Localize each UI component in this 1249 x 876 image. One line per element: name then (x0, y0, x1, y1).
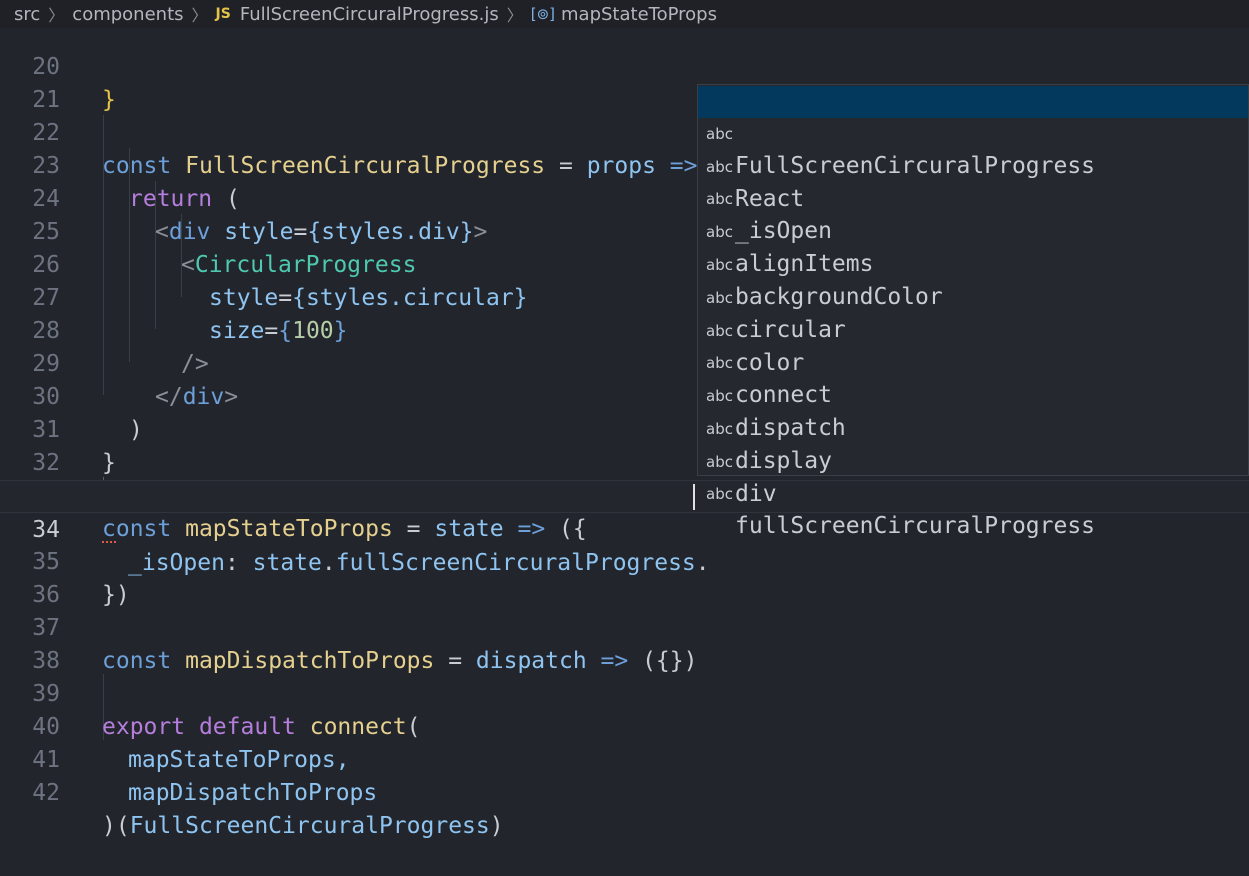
suggestion-item[interactable]: abc color (698, 283, 1248, 376)
token: )( (102, 813, 130, 839)
code-line[interactable]: 38 (0, 612, 1249, 674)
code-line[interactable]: 37 const mapDispatchToProps = dispatch =… (0, 579, 1249, 674)
suggestion-item[interactable]: abc FullScreenCircuralProgress (698, 86, 1248, 179)
error-squiggle (102, 535, 116, 543)
code-line[interactable]: 36 (0, 546, 1249, 608)
token: FullScreenCircuralProgress (129, 813, 490, 839)
code-line[interactable]: 41 mapDispatchToProps (0, 711, 1249, 806)
code-line[interactable]: 20 } (0, 18, 1249, 113)
suggestion-item[interactable]: abc alignItems (698, 184, 1248, 277)
suggestion-item[interactable]: abc backgroundColor (698, 217, 1248, 310)
autocomplete-suggest-widget[interactable]: abc FullScreenCircuralProgress abc React… (697, 84, 1249, 539)
code-line[interactable]: 40 mapStateToProps, (0, 678, 1249, 773)
token: mapDispatchToProps (128, 780, 378, 806)
suggestion-item[interactable]: abc connect (698, 315, 1248, 408)
text-word-icon: abc (706, 485, 733, 503)
text-cursor (693, 484, 695, 510)
code-text: mapDispatchToProps (128, 777, 377, 810)
suggestion-item[interactable]: abc dispatch (698, 348, 1248, 441)
code-line-current[interactable]: 34 _isOpen: state.fullScreenCircuralProg… (0, 480, 1249, 576)
line-number: 42 (32, 780, 60, 806)
suggestion-item[interactable]: abc React (698, 119, 1248, 212)
suggestion-item[interactable]: abc _isOpen (698, 151, 1248, 244)
suggestion-item[interactable]: abc circular (698, 250, 1248, 343)
suggestion-label: fullScreenCircuralProgress (735, 513, 1096, 539)
suggestion-item[interactable]: abc display (698, 381, 1248, 474)
token: ) (489, 813, 504, 839)
suggestion-item[interactable]: abc div (698, 414, 1248, 507)
code-line[interactable]: 42 )(FullScreenCircuralProgress) (0, 744, 1249, 839)
suggestion-item[interactable]: abc fullScreenCircuralProgress (698, 446, 1248, 539)
code-line[interactable]: 39 export default connect( (0, 645, 1249, 740)
code-text: )(FullScreenCircuralProgress) (102, 810, 504, 843)
code-line[interactable]: 21 (0, 51, 1249, 113)
